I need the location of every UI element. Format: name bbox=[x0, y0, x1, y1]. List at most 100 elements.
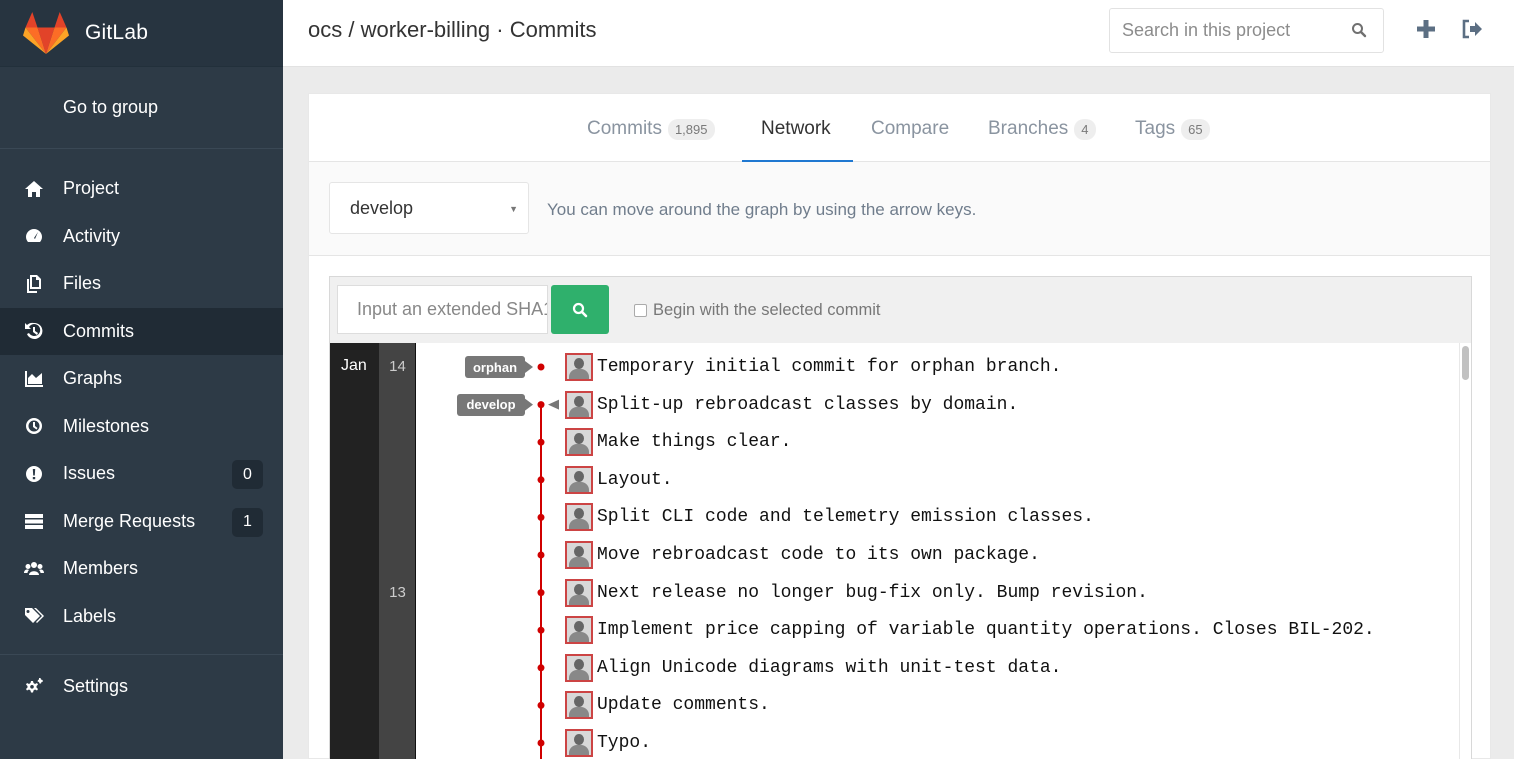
checkbox[interactable] bbox=[634, 304, 647, 317]
sidebar-item-label: Files bbox=[63, 273, 102, 294]
content-card: Commits 1,895 Network Compare Branches 4… bbox=[308, 93, 1491, 759]
sidebar-item-milestones[interactable]: Milestones bbox=[0, 403, 283, 451]
commit-message[interactable]: Make things clear. bbox=[597, 432, 791, 452]
commit-graph[interactable]: Jan 14 13 Temporary initial commit for or… bbox=[330, 343, 1471, 759]
search-input[interactable] bbox=[1110, 9, 1340, 52]
clock-icon bbox=[0, 416, 63, 436]
commit-message[interactable]: Temporary initial commit for orphan bran… bbox=[597, 357, 1061, 377]
avatar bbox=[565, 729, 593, 757]
sha-search-button[interactable] bbox=[551, 285, 609, 334]
commit-row[interactable]: Update comments. bbox=[565, 691, 770, 720]
sidebar-item-label: Graphs bbox=[63, 368, 123, 389]
commit-message[interactable]: Split CLI code and telemetry emission cl… bbox=[597, 507, 1094, 527]
commit-row[interactable]: Typo. bbox=[565, 729, 651, 757]
commit-dot bbox=[537, 626, 545, 634]
count-badge: 0 bbox=[232, 460, 263, 489]
sidebar-item-labels[interactable]: Labels bbox=[0, 593, 283, 641]
tab-compare[interactable]: Compare bbox=[871, 118, 949, 140]
sidebar-item-label: Labels bbox=[63, 605, 117, 626]
commit-message[interactable]: Split-up rebroadcast classes by domain. bbox=[597, 395, 1018, 415]
tab-commits[interactable]: Commits 1,895 bbox=[587, 118, 715, 140]
commit-row[interactable]: Split CLI code and telemetry emission cl… bbox=[565, 503, 1094, 532]
branch-ref-label[interactable]: develop bbox=[457, 393, 525, 416]
commit-row[interactable]: Layout. bbox=[565, 465, 673, 494]
sidebar-item-label: Issues bbox=[63, 463, 116, 484]
commit-dot bbox=[537, 476, 545, 484]
sidebar-item-commits[interactable]: Commits bbox=[0, 307, 283, 355]
page-title: ocs / worker-billing · Commits bbox=[308, 17, 597, 42]
plus-icon[interactable] bbox=[1415, 18, 1437, 40]
ref-label-pointer bbox=[525, 361, 533, 373]
commit-row[interactable]: Temporary initial commit for orphan bran… bbox=[565, 353, 1061, 381]
avatar bbox=[565, 353, 593, 381]
sidebar-item-files[interactable]: Files bbox=[0, 260, 283, 308]
avatar bbox=[565, 616, 593, 645]
commit-message[interactable]: Move rebroadcast code to its own package… bbox=[597, 545, 1040, 565]
commit-dot bbox=[537, 401, 545, 409]
avatar bbox=[565, 578, 593, 607]
commit-message[interactable]: Next release no longer bug-fix only. Bum… bbox=[597, 583, 1148, 603]
sidebar-item-merge-requests[interactable]: Merge Requests 1 bbox=[0, 498, 283, 546]
sidebar: GitLab Go to group Project Activity Files C… bbox=[0, 0, 283, 759]
sidebar-item-settings[interactable]: Settings bbox=[0, 663, 283, 711]
commit-dot bbox=[537, 739, 545, 747]
top-bar: ocs / worker-billing · Commits bbox=[283, 0, 1514, 67]
search-icon[interactable] bbox=[1351, 22, 1367, 38]
count-badge: 1 bbox=[232, 507, 263, 537]
checkbox-label: Begin with the selected commit bbox=[653, 301, 881, 319]
commit-message[interactable]: Update comments. bbox=[597, 695, 770, 715]
search-icon bbox=[572, 302, 588, 317]
avatar bbox=[565, 428, 593, 457]
commit-dot bbox=[537, 513, 545, 521]
go-to-group-link[interactable]: Go to group bbox=[0, 67, 283, 149]
files-icon bbox=[0, 274, 63, 294]
commit-row[interactable]: Next release no longer bug-fix only. Bum… bbox=[565, 578, 1148, 607]
sidebar-item-project[interactable]: Project bbox=[0, 165, 283, 213]
commit-message[interactable]: Implement price capping of variable quan… bbox=[597, 620, 1375, 640]
avatar bbox=[565, 390, 593, 419]
sha-search-row: Begin with the selected commit bbox=[330, 277, 1471, 343]
search-box[interactable] bbox=[1109, 8, 1384, 53]
commit-message[interactable]: Layout. bbox=[597, 470, 673, 490]
commit-row[interactable]: Move rebroadcast code to its own package… bbox=[565, 541, 1040, 569]
network-controls: develop ▼ You can move around the graph … bbox=[309, 162, 1490, 256]
branch-select-value: develop bbox=[350, 197, 414, 218]
tab-branches[interactable]: Branches 4 bbox=[988, 118, 1096, 140]
commit-dot bbox=[537, 551, 545, 559]
avatar bbox=[565, 653, 593, 682]
head-marker bbox=[548, 399, 559, 410]
navigation-hint: You can move around the graph by using t… bbox=[547, 200, 977, 219]
commit-row[interactable]: Split-up rebroadcast classes by domain. bbox=[565, 390, 1018, 419]
tab-network[interactable]: Network bbox=[761, 118, 831, 140]
sidebar-item-label: Commits bbox=[63, 320, 134, 341]
commit-row[interactable]: Make things clear. bbox=[565, 428, 791, 457]
history-icon bbox=[0, 321, 63, 341]
scrollbar-thumb[interactable] bbox=[1462, 346, 1469, 380]
tab-label: Compare bbox=[871, 118, 950, 139]
commit-dot bbox=[537, 438, 545, 446]
sha-input[interactable] bbox=[337, 285, 548, 334]
commit-dot bbox=[537, 589, 545, 597]
avatar bbox=[565, 541, 593, 569]
commit-message[interactable]: Typo. bbox=[597, 733, 651, 753]
sign-out-icon[interactable] bbox=[1461, 18, 1483, 40]
commit-row[interactable]: Implement price capping of variable quan… bbox=[565, 616, 1375, 645]
commit-message[interactable]: Align Unicode diagrams with unit-test da… bbox=[597, 658, 1061, 678]
users-icon bbox=[0, 559, 63, 579]
app-name[interactable]: GitLab bbox=[85, 21, 148, 45]
tags-icon bbox=[0, 606, 63, 626]
commit-row[interactable]: Align Unicode diagrams with unit-test da… bbox=[565, 653, 1061, 682]
sidebar-item-issues[interactable]: Issues 0 bbox=[0, 450, 283, 498]
scrollbar[interactable] bbox=[1459, 343, 1471, 759]
gitlab-logo-icon[interactable] bbox=[23, 12, 69, 54]
sidebar-item-label: Project bbox=[63, 178, 120, 199]
sidebar-item-activity[interactable]: Activity bbox=[0, 213, 283, 261]
sidebar-divider bbox=[0, 654, 283, 655]
tab-tags[interactable]: Tags 65 bbox=[1135, 118, 1210, 140]
tab-count: 1,895 bbox=[667, 118, 715, 140]
branch-select[interactable]: develop ▼ bbox=[329, 182, 529, 234]
begin-with-selected-checkbox[interactable]: Begin with the selected commit bbox=[634, 301, 880, 320]
sidebar-item-graphs[interactable]: Graphs bbox=[0, 355, 283, 403]
branch-ref-label[interactable]: orphan bbox=[465, 356, 525, 378]
sidebar-item-members[interactable]: Members bbox=[0, 545, 283, 593]
